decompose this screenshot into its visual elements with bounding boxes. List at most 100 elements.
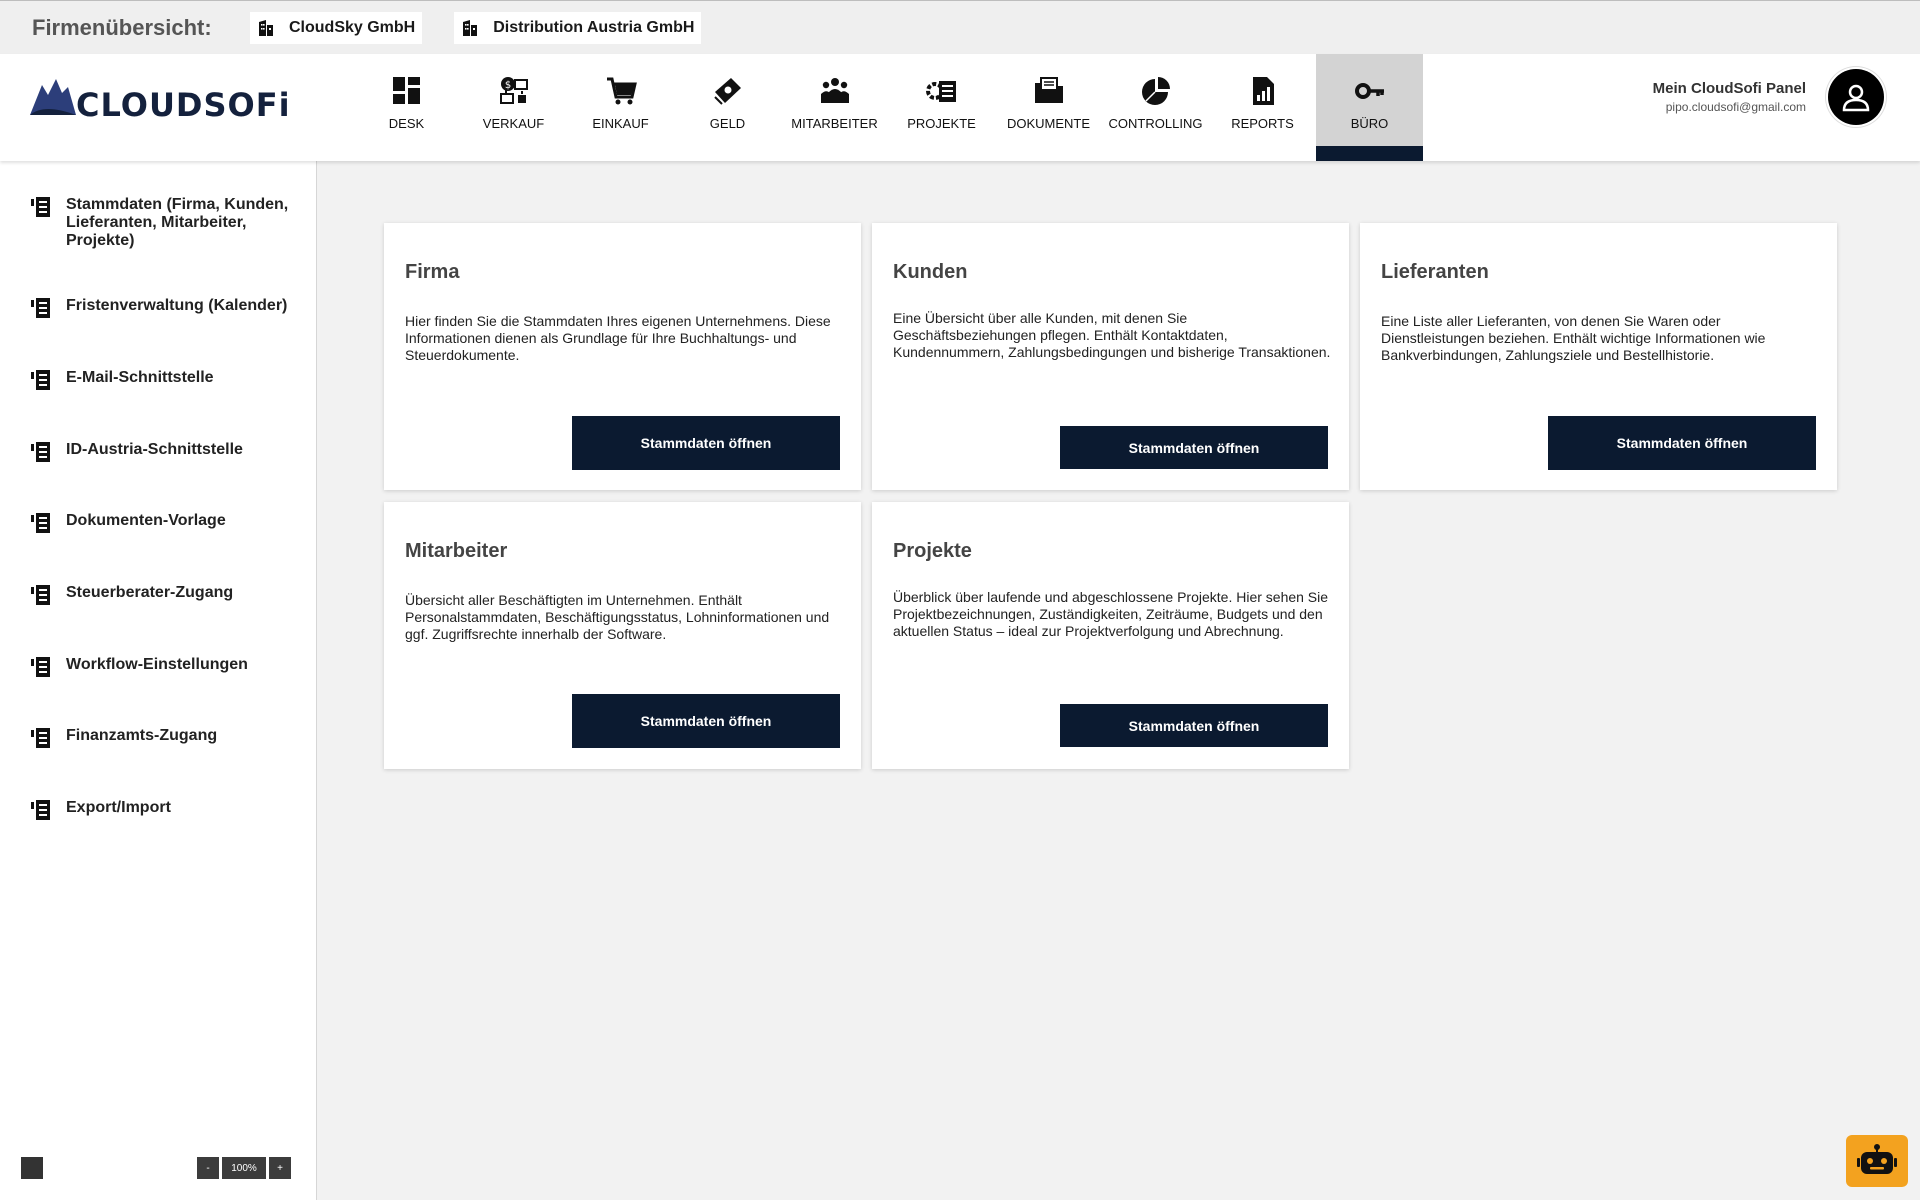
sidebar-item-label: Dokumenten-Vorlage	[66, 512, 226, 529]
logo[interactable]: CLOUDSOFi	[24, 72, 291, 124]
document-list-icon	[31, 370, 50, 390]
user-email: pipo.cloudsofi@gmail.com	[1665, 100, 1806, 114]
sidebar-item-workflow[interactable]: Workflow-Einstellungen	[30, 656, 296, 678]
nav-buero[interactable]: BÜRO	[1316, 54, 1423, 161]
sidebar: Stammdaten (Firma, Kunden, Lieferanten, …	[0, 161, 317, 1200]
nav-label: CONTROLLING	[1108, 116, 1203, 131]
sidebar-item-label: Fristenverwaltung (Kalender)	[66, 297, 288, 314]
open-stammdaten-button[interactable]: Stammdaten öffnen	[572, 416, 840, 470]
main-nav: DESK $ VERKAUF EINKAUF GELD MITARBEITER …	[353, 54, 1423, 161]
open-stammdaten-button[interactable]: Stammdaten öffnen	[1060, 426, 1328, 469]
nav-label: VERKAUF	[482, 116, 545, 131]
document-list-icon	[31, 513, 50, 533]
nav-desk[interactable]: DESK	[353, 54, 460, 161]
sidebar-item-label: Finanzamts-Zugang	[66, 727, 218, 744]
document-list-icon	[31, 298, 50, 318]
report-icon	[1252, 77, 1274, 105]
cloudsofi-logo-icon	[30, 79, 76, 115]
robot-icon	[1857, 1144, 1897, 1174]
user-icon	[1842, 84, 1870, 112]
key-icon	[1354, 83, 1384, 99]
document-list-icon	[31, 197, 50, 217]
sidebar-item-steuerberater[interactable]: Steuerberater-Zugang	[30, 584, 296, 606]
building-icon	[259, 19, 273, 36]
dashboard-icon	[392, 77, 420, 104]
nav-einkauf[interactable]: EINKAUF	[567, 54, 674, 161]
company-bar: Firmenübersicht: CloudSky GmbH Distribut…	[0, 0, 1920, 54]
document-list-icon	[31, 800, 50, 820]
card-kunden: Kunden Eine Übersicht über alle Kunden, …	[872, 223, 1349, 490]
user-panel-title: Mein CloudSofi Panel	[1652, 80, 1806, 97]
money-icon	[713, 78, 741, 105]
user-panel[interactable]: Mein CloudSofi Panel pipo.cloudsofi@gmai…	[1653, 69, 1884, 125]
nav-label: DOKUMENTE	[1006, 116, 1091, 131]
zoom-control: - 100% +	[197, 1157, 291, 1179]
sidebar-item-label: Steuerberater-Zugang	[66, 584, 234, 601]
nav-verkauf[interactable]: $ VERKAUF	[460, 54, 567, 161]
avatar[interactable]	[1828, 69, 1884, 125]
card-description: Hier finden Sie die Stammdaten Ihres eig…	[405, 313, 831, 363]
sidebar-item-label: E-Mail-Schnittstelle	[66, 369, 214, 386]
sidebar-item-stammdaten[interactable]: Stammdaten (Firma, Kunden, Lieferanten, …	[30, 196, 296, 250]
zoom-in-button[interactable]: +	[269, 1157, 291, 1179]
nav-label: DESK	[388, 116, 425, 131]
card-title: Kunden	[893, 261, 968, 283]
document-list-icon	[31, 585, 50, 605]
open-stammdaten-button[interactable]: Stammdaten öffnen	[572, 694, 840, 748]
nav-label: EINKAUF	[592, 116, 649, 131]
company-chip-distribution-austria[interactable]: Distribution Austria GmbH	[454, 11, 702, 44]
sidebar-item-finanzamt[interactable]: Finanzamts-Zugang	[30, 727, 296, 749]
nav-mitarbeiter[interactable]: MITARBEITER	[781, 54, 888, 161]
nav-label: MITARBEITER	[791, 116, 878, 131]
sidebar-item-label: Export/Import	[66, 799, 171, 816]
nav-label: REPORTS	[1231, 116, 1294, 131]
open-stammdaten-button[interactable]: Stammdaten öffnen	[1548, 416, 1816, 470]
svg-text:$: $	[504, 80, 510, 91]
chatbot-button[interactable]	[1846, 1135, 1908, 1187]
company-bar-label: Firmenübersicht:	[32, 14, 212, 40]
company-name: CloudSky GmbH	[289, 18, 416, 36]
zoom-out-button[interactable]: -	[197, 1157, 219, 1179]
zoom-level: 100%	[222, 1157, 266, 1179]
nav-geld[interactable]: GELD	[674, 54, 781, 161]
people-icon	[820, 78, 849, 103]
card-description: Eine Liste aller Lieferanten, von denen …	[1381, 313, 1766, 363]
nav-reports[interactable]: REPORTS	[1209, 54, 1316, 161]
company-chip-cloudsky[interactable]: CloudSky GmbH	[250, 11, 423, 44]
nav-dokumente[interactable]: DOKUMENTE	[995, 54, 1102, 161]
sidebar-item-label: Stammdaten (Firma, Kunden, Lieferanten, …	[66, 196, 289, 249]
sales-icon: $	[499, 77, 528, 104]
nav-label: GELD	[709, 116, 746, 131]
card-firma: Firma Hier finden Sie die Stammdaten Ihr…	[384, 223, 861, 490]
card-title: Firma	[405, 261, 460, 283]
card-description: Eine Übersicht über alle Kunden, mit den…	[893, 310, 1331, 360]
sidebar-item-label: Workflow-Einstellungen	[66, 656, 248, 673]
card-title: Projekte	[893, 540, 972, 562]
sidebar-item-id-austria[interactable]: ID-Austria-Schnittstelle	[30, 441, 296, 463]
sidebar-item-label: ID-Austria-Schnittstelle	[66, 441, 243, 458]
document-list-icon	[31, 442, 50, 462]
card-title: Lieferanten	[1381, 261, 1489, 283]
sidebar-toggle-button[interactable]	[21, 1157, 43, 1179]
nav-projekte[interactable]: PROJEKTE	[888, 54, 995, 161]
sidebar-item-email-schnittstelle[interactable]: E-Mail-Schnittstelle	[30, 369, 296, 391]
cart-icon	[606, 77, 637, 105]
nav-controlling[interactable]: CONTROLLING	[1102, 54, 1209, 161]
main-header: CLOUDSOFi DESK $ VERKAUF EINKAUF GELD MI…	[0, 54, 1920, 161]
sidebar-item-dokumenten-vorlage[interactable]: Dokumenten-Vorlage	[30, 512, 296, 534]
card-description: Übersicht aller Beschäftigten im Unterne…	[405, 592, 830, 642]
card-description: Überblick über laufende und abgeschlosse…	[893, 589, 1329, 639]
nav-label: PROJEKTE	[907, 116, 976, 131]
sidebar-item-export-import[interactable]: Export/Import	[30, 799, 296, 821]
document-list-icon	[31, 728, 50, 748]
logo-text: CLOUDSOFi	[76, 86, 291, 124]
projects-icon	[925, 81, 956, 102]
building-icon	[463, 19, 478, 36]
sidebar-item-fristenverwaltung[interactable]: Fristenverwaltung (Kalender)	[30, 297, 296, 319]
nav-label: BÜRO	[1350, 116, 1389, 131]
open-stammdaten-button[interactable]: Stammdaten öffnen	[1060, 704, 1328, 747]
company-name: Distribution Austria GmbH	[493, 18, 695, 36]
card-projekte: Projekte Überblick über laufende und abg…	[872, 502, 1349, 769]
pie-chart-icon	[1141, 77, 1170, 105]
document-list-icon	[31, 657, 50, 677]
